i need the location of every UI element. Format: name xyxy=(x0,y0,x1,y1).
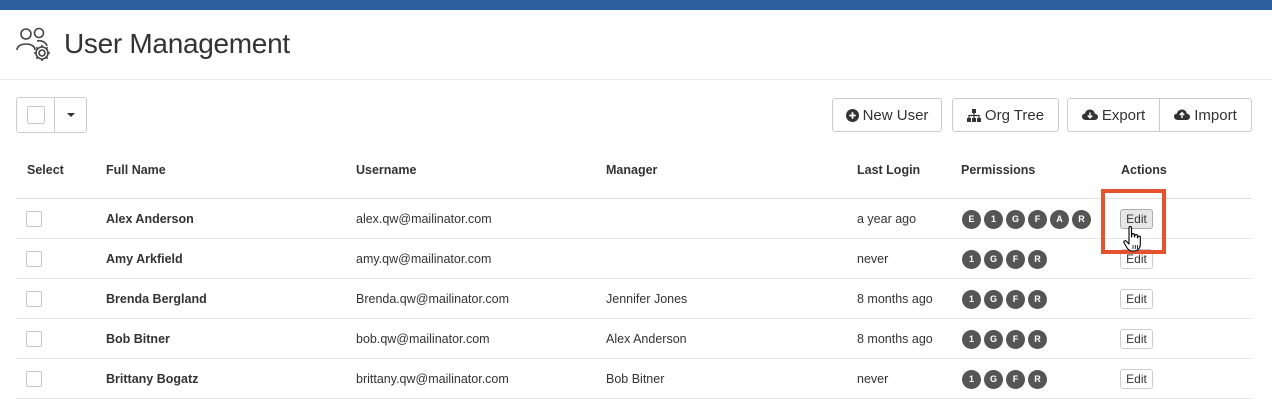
table-row: Brittany Bogatz brittany.qw@mailinator.co… xyxy=(16,359,1252,399)
export-button[interactable]: Export xyxy=(1067,98,1160,132)
username-cell: brittany.qw@mailinator.com xyxy=(356,372,509,386)
row-select-cell xyxy=(26,359,42,399)
permission-badge: 1 xyxy=(984,209,1003,229)
permissions-cell: 1GFR xyxy=(962,279,1047,319)
permissions-cell: 1GFR xyxy=(962,319,1047,359)
column-header-actions: Actions xyxy=(1121,163,1167,177)
permission-badge: F xyxy=(1006,249,1025,269)
permission-badge: R xyxy=(1072,209,1091,229)
permission-badge: G xyxy=(1006,209,1025,229)
permission-badge: G xyxy=(984,329,1003,349)
permission-badge: 1 xyxy=(962,289,981,309)
full-name-cell: Amy Arkfield xyxy=(106,252,183,266)
full-name-cell: Alex Anderson xyxy=(106,212,194,226)
new-user-label: New User xyxy=(862,106,929,124)
table-row: Bob Bitner bob.qw@mailinator.com Alex Ande… xyxy=(16,319,1252,359)
permission-badge: F xyxy=(1028,209,1047,229)
row-checkbox[interactable] xyxy=(26,371,42,387)
table-row: Alex Anderson alex.qw@mailinator.com a yea… xyxy=(16,199,1252,239)
permissions-cell: 1GFR xyxy=(962,239,1047,279)
import-button[interactable]: Import xyxy=(1159,98,1252,132)
sitemap-icon xyxy=(966,108,981,122)
username-cell: bob.qw@mailinator.com xyxy=(356,332,490,346)
row-checkbox[interactable] xyxy=(26,331,42,347)
full-name-cell: Brittany Bogatz xyxy=(106,372,199,386)
manager-cell: Bob Bitner xyxy=(606,372,665,386)
users-gear-icon xyxy=(16,27,50,61)
row-checkbox[interactable] xyxy=(26,211,42,227)
manager-cell: Jennifer Jones xyxy=(606,292,688,306)
full-name-cell: Brenda Bergland xyxy=(106,292,207,306)
last-login-cell: 8 months ago xyxy=(857,292,933,306)
permission-badge: G xyxy=(984,249,1003,269)
org-tree-button[interactable]: Org Tree xyxy=(952,98,1059,132)
last-login-cell: never xyxy=(857,252,889,266)
permission-badge: F xyxy=(1006,329,1025,349)
caret-down-icon xyxy=(66,113,75,117)
manager-cell: Alex Anderson xyxy=(606,332,687,346)
table-row: Brenda Bergland Brenda.qw@mailinator.com J… xyxy=(16,279,1252,319)
page-header: User Management xyxy=(0,10,1272,80)
permissions-cell: E1GFAR xyxy=(962,199,1091,239)
edit-button[interactable]: Edit xyxy=(1120,369,1153,389)
last-login-cell: 8 months ago xyxy=(857,332,933,346)
edit-button[interactable]: Edit xyxy=(1120,329,1153,349)
actions-cell: Edit xyxy=(1120,359,1153,399)
hand-pointer-cursor-icon xyxy=(1123,225,1141,252)
row-select-cell xyxy=(26,319,42,359)
username-cell: Brenda.qw@mailinator.com xyxy=(356,292,510,306)
actions-cell: Edit xyxy=(1120,319,1153,359)
top-accent-bar xyxy=(0,0,1272,10)
bulk-select-dropdown[interactable] xyxy=(16,97,87,133)
username-cell: amy.qw@mailinator.com xyxy=(356,252,492,266)
permission-badge: R xyxy=(1028,329,1047,349)
permission-badge: E xyxy=(962,209,981,229)
row-checkbox[interactable] xyxy=(26,291,42,307)
column-header-manager: Manager xyxy=(606,163,658,177)
export-label: Export xyxy=(1101,106,1146,124)
actions-cell: Edit xyxy=(1120,279,1153,319)
column-header-full-name: Full Name xyxy=(106,163,166,177)
permission-badge: R xyxy=(1028,249,1047,269)
new-user-button[interactable]: New User xyxy=(832,98,942,132)
edit-button[interactable]: Edit xyxy=(1120,289,1153,309)
column-header-permissions: Permissions xyxy=(961,163,1036,177)
checkbox-box xyxy=(26,106,45,124)
permission-badge: G xyxy=(984,289,1003,309)
last-login-cell: never xyxy=(857,372,889,386)
page-title: User Management xyxy=(64,28,290,59)
row-select-cell xyxy=(26,199,42,239)
row-select-cell xyxy=(26,279,42,319)
select-options-toggle[interactable] xyxy=(55,98,86,132)
select-all-checkbox[interactable] xyxy=(17,98,55,132)
row-select-cell xyxy=(26,239,42,279)
username-cell: alex.qw@mailinator.com xyxy=(356,212,492,226)
permission-badge: G xyxy=(984,369,1003,389)
permission-badge: 1 xyxy=(962,369,981,389)
permission-badge: R xyxy=(1028,369,1047,389)
cloud-download-icon xyxy=(1081,109,1098,120)
cloud-upload-icon xyxy=(1174,109,1191,120)
permissions-cell: 1GFR xyxy=(962,359,1047,399)
plus-circle-icon xyxy=(845,108,859,122)
row-checkbox[interactable] xyxy=(26,251,42,267)
permission-badge: R xyxy=(1028,289,1047,309)
permission-badge: A xyxy=(1050,209,1069,229)
import-label: Import xyxy=(1194,106,1237,124)
permission-badge: 1 xyxy=(962,329,981,349)
column-header-select: Select xyxy=(27,163,64,177)
table-row: Amy Arkfield amy.qw@mailinator.com never 1 G… xyxy=(16,239,1252,279)
last-login-cell: a year ago xyxy=(857,212,917,226)
column-header-last-login: Last Login xyxy=(857,163,921,177)
permission-badge: 1 xyxy=(962,249,981,269)
org-tree-label: Org Tree xyxy=(984,106,1045,124)
permission-badge: F xyxy=(1006,369,1025,389)
column-header-username: Username xyxy=(356,163,417,177)
permission-badge: F xyxy=(1006,289,1025,309)
full-name-cell: Bob Bitner xyxy=(106,332,170,346)
